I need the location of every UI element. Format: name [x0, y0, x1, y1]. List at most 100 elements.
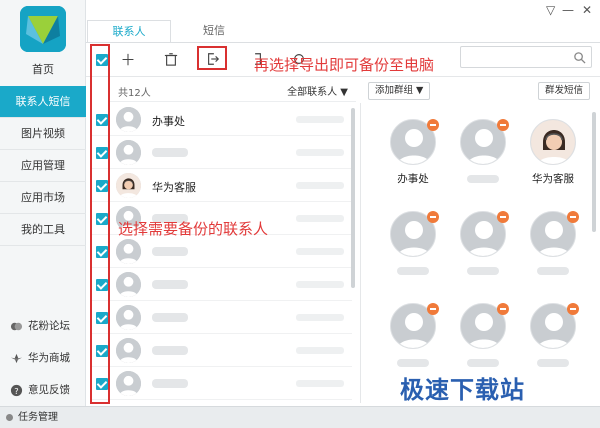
table-row[interactable]: 华为客服: [90, 169, 352, 202]
sidebar-item-contacts-sms[interactable]: 联系人短信: [0, 86, 86, 118]
svg-text:?: ?: [14, 385, 18, 395]
add-icon[interactable]: ＋: [120, 52, 136, 68]
contact-grid-scrollbar[interactable]: [592, 112, 596, 232]
watermark: 极速下载站: [400, 376, 525, 404]
forum-link-label: 花粉论坛: [28, 320, 70, 332]
contact-name-blurred: [152, 280, 188, 289]
avatar: [530, 119, 576, 165]
annotation-export-hint: 再选择导出即可备份至电脑: [254, 56, 435, 74]
table-row[interactable]: [90, 334, 352, 367]
question-icon: ?: [10, 384, 23, 396]
contact-card-name-blurred: [537, 267, 569, 275]
huawei-logo-icon: [10, 353, 23, 363]
highlight-export-button: [197, 46, 227, 70]
search-icon[interactable]: [573, 51, 586, 64]
remove-icon[interactable]: [497, 119, 509, 131]
table-row[interactable]: [90, 136, 352, 169]
contact-card-name-blurred: [397, 359, 429, 367]
contact-card-name-blurred: [467, 175, 499, 183]
contact-phone-blurred: [296, 248, 344, 255]
group-sms-button[interactable]: 群发短信: [538, 82, 591, 100]
highlight-checkbox-column: [90, 44, 110, 404]
avatar: [116, 173, 141, 198]
contact-card-name-blurred: [467, 359, 499, 367]
contact-filter-dropdown[interactable]: 全部联系人 ▼: [287, 83, 348, 98]
contact-phone-blurred: [296, 215, 344, 222]
avatar: [116, 272, 141, 297]
sidebar-item-app-market[interactable]: 应用市场: [0, 182, 86, 214]
avatar: [116, 305, 141, 330]
contact-name-blurred: [152, 346, 188, 355]
sidebar-item-photos-videos[interactable]: 图片视频: [0, 118, 86, 150]
table-row[interactable]: 办事处: [90, 103, 352, 136]
forum-link[interactable]: 花粉论坛: [10, 316, 86, 336]
contact-card-name-blurred: [537, 359, 569, 367]
contact-list-header: 共12人 全部联系人 ▼: [110, 78, 356, 102]
contact-card[interactable]: 华为客服: [523, 119, 583, 195]
avatar: [116, 371, 141, 396]
remove-icon[interactable]: [427, 119, 439, 131]
contact-phone-blurred: [296, 182, 344, 189]
contact-phone-blurred: [296, 347, 344, 354]
contact-name-blurred: [152, 313, 188, 322]
contact-card[interactable]: [453, 119, 513, 195]
feedback-link[interactable]: ? 意见反馈: [10, 380, 86, 400]
remove-icon[interactable]: [497, 303, 509, 315]
add-group-button[interactable]: 添加群组 ▼: [368, 82, 431, 100]
contact-phone-blurred: [296, 281, 344, 288]
contact-card[interactable]: [453, 303, 513, 379]
contact-phone-blurred: [296, 149, 344, 156]
avatar: [116, 107, 141, 132]
contact-name-blurred: [152, 379, 188, 388]
contact-card[interactable]: [383, 211, 443, 287]
annotation-select-hint: 选择需要备份的联系人: [118, 220, 269, 238]
huawei-mall-label: 华为商城: [28, 352, 70, 364]
sidebar-item-home[interactable]: 首页: [0, 54, 86, 86]
tab-contacts[interactable]: 联系人: [87, 20, 171, 42]
contact-phone-blurred: [296, 116, 344, 123]
table-row[interactable]: [90, 268, 352, 301]
table-row[interactable]: [90, 301, 352, 334]
menu-dropdown-icon[interactable]: ▽: [546, 3, 555, 17]
feedback-label: 意见反馈: [28, 384, 70, 396]
contact-card-name: 华为客服: [532, 173, 574, 185]
sidebar-item-my-tools[interactable]: 我的工具: [0, 214, 86, 246]
contact-card[interactable]: [383, 303, 443, 379]
delete-icon[interactable]: [163, 52, 179, 68]
contact-name: 办事处: [152, 115, 185, 128]
contact-card[interactable]: [523, 211, 583, 287]
avatar: [116, 140, 141, 165]
contact-count: 共12人: [118, 88, 151, 99]
contact-grid: 办事处 华为客服: [360, 103, 600, 403]
remove-icon[interactable]: [427, 211, 439, 223]
contact-card-name-blurred: [467, 267, 499, 275]
avatar: [116, 338, 141, 363]
contact-phone-blurred: [296, 380, 344, 387]
remove-icon[interactable]: [427, 303, 439, 315]
search-input[interactable]: [460, 46, 592, 68]
contact-card[interactable]: 办事处: [383, 119, 443, 195]
status-bar: 任务管理: [0, 406, 600, 428]
app-logo: [20, 6, 66, 52]
remove-icon[interactable]: [567, 303, 579, 315]
forum-icon: [10, 322, 23, 330]
task-manager-link[interactable]: 任务管理: [18, 412, 58, 423]
close-icon[interactable]: ✕: [582, 3, 592, 17]
tab-sms[interactable]: 短信: [172, 20, 256, 42]
avatar: [116, 239, 141, 264]
sidebar-item-app-manager[interactable]: 应用管理: [0, 150, 86, 182]
sidebar: 首页 联系人短信 图片视频 应用管理 应用市场 我的工具 花粉论坛 华为商城 ?…: [0, 0, 86, 406]
minimize-icon[interactable]: —: [562, 3, 574, 17]
contact-card-name: 办事处: [397, 173, 429, 185]
contact-list-scrollbar[interactable]: [351, 108, 355, 288]
contact-card[interactable]: [523, 303, 583, 379]
contact-card[interactable]: [453, 211, 513, 287]
contact-phone-blurred: [296, 314, 344, 321]
remove-icon[interactable]: [567, 211, 579, 223]
table-row[interactable]: [90, 235, 352, 268]
contact-card-name-blurred: [397, 267, 429, 275]
contact-list: 办事处华为客服: [90, 103, 358, 403]
huawei-mall-link[interactable]: 华为商城: [10, 348, 86, 368]
remove-icon[interactable]: [497, 211, 509, 223]
table-row[interactable]: [90, 367, 352, 400]
